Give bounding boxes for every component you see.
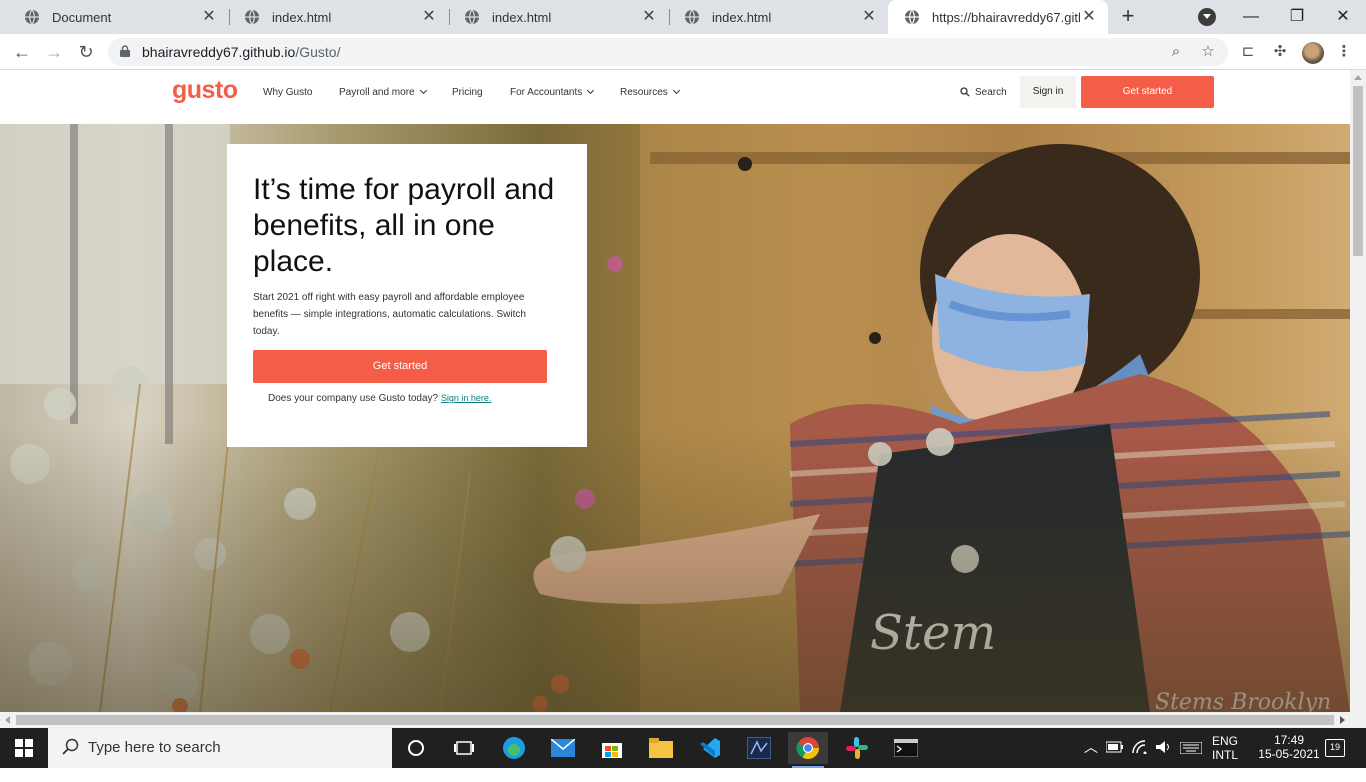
site-header: gusto Why Gusto Payroll and more Pricing… xyxy=(0,70,1350,124)
clock-date: 15-05-2021 xyxy=(1258,747,1320,761)
language-indicator[interactable]: ENG INTL xyxy=(1212,734,1238,774)
globe-icon xyxy=(905,9,919,25)
reload-icon[interactable]: ↻ xyxy=(74,40,98,64)
browser-tab[interactable]: index.html ✕ xyxy=(448,0,668,34)
gusto-logo[interactable]: gusto xyxy=(172,76,238,105)
hero-note-text: Does your company use Gusto today? xyxy=(268,393,439,404)
lock-icon xyxy=(120,45,130,57)
star-icon[interactable]: ☆ xyxy=(1198,42,1218,62)
sign-in-button[interactable]: Sign in xyxy=(1020,76,1076,108)
terminal-icon[interactable] xyxy=(886,732,926,764)
horizontal-scrollbar[interactable] xyxy=(0,712,1366,728)
menu-icon[interactable]: ⋮ xyxy=(1334,42,1354,62)
tab-title: index.html xyxy=(272,9,332,25)
browser-tab[interactable]: index.html ✕ xyxy=(228,0,448,34)
notification-badge[interactable]: 19 xyxy=(1325,739,1345,757)
globe-icon xyxy=(25,9,39,25)
file-explorer-icon[interactable] xyxy=(641,732,681,764)
windows-icon xyxy=(15,739,33,757)
zoom-icon[interactable]: ⌕ xyxy=(1166,42,1186,62)
avatar[interactable] xyxy=(1302,42,1324,64)
tab-search-icon[interactable] xyxy=(1198,8,1216,26)
scrollbar-thumb[interactable] xyxy=(1353,86,1363,256)
vscode-icon[interactable] xyxy=(690,732,730,764)
minimize-icon[interactable]: — xyxy=(1238,4,1264,30)
globe-icon xyxy=(245,9,259,25)
chevron-down-icon xyxy=(419,86,427,95)
hero-shade xyxy=(0,424,1350,712)
back-icon[interactable]: ← xyxy=(10,40,34,64)
search-button[interactable]: Search xyxy=(960,87,1007,98)
search-icon xyxy=(960,87,970,97)
get-started-button[interactable]: Get started xyxy=(1081,76,1214,108)
search-icon xyxy=(62,738,79,755)
puzzle-icon[interactable]: ✣ xyxy=(1270,42,1290,62)
close-icon[interactable]: ✕ xyxy=(420,8,438,26)
nav-pricing[interactable]: Pricing xyxy=(452,87,483,98)
address-bar[interactable]: bhairavreddy67.github.io/Gusto/ ⌕ ☆ xyxy=(108,38,1228,66)
taskbar-search-placeholder: Type here to search xyxy=(88,739,221,756)
close-icon[interactable]: ✕ xyxy=(860,8,878,26)
hero-signin-link[interactable]: Sign in here. xyxy=(441,393,492,403)
clock-time: 17:49 xyxy=(1273,733,1305,747)
hero-subtitle: Start 2021 off right with easy payroll a… xyxy=(253,292,526,337)
tab-title: index.html xyxy=(492,9,552,25)
start-button[interactable] xyxy=(0,728,48,768)
volume-icon[interactable] xyxy=(1155,740,1173,780)
globe-icon xyxy=(685,9,699,25)
nav-payroll-and-more[interactable]: Payroll and more xyxy=(339,86,427,98)
hero-get-started-button[interactable]: Get started xyxy=(253,350,547,383)
browser-tab[interactable]: index.html ✕ xyxy=(668,0,888,34)
scroll-left-icon[interactable] xyxy=(5,716,10,724)
wifi-icon[interactable] xyxy=(1132,740,1148,780)
edge-icon[interactable] xyxy=(494,732,534,764)
forward-icon[interactable]: → xyxy=(42,40,66,64)
lang-top: ENG xyxy=(1212,734,1239,748)
hero-signin-note: Does your company use Gusto today? Sign … xyxy=(268,393,491,404)
hero-section: Stem Stems Brooklyn It’s time for payrol… xyxy=(0,124,1350,712)
chevron-up-icon[interactable]: ︿ xyxy=(1084,740,1098,780)
globe-icon xyxy=(465,9,479,25)
keyboard-icon[interactable] xyxy=(1179,741,1203,782)
chrome-icon[interactable] xyxy=(788,732,828,768)
browser-tab[interactable]: Document ✕ xyxy=(8,0,228,34)
scrollbar-thumb[interactable] xyxy=(16,715,1334,725)
browser-toolbar: ← → ↻ bhairavreddy67.github.io/Gusto/ ⌕ … xyxy=(0,34,1366,70)
chevron-down-icon xyxy=(587,86,595,95)
slack-icon[interactable] xyxy=(837,732,877,764)
url-text: bhairavreddy67.github.io/Gusto/ xyxy=(142,44,341,60)
restore-icon[interactable]: ❐ xyxy=(1284,4,1310,30)
hero-title: It’s time for payroll and benefits, all … xyxy=(253,173,555,278)
close-window-icon[interactable]: ✕ xyxy=(1330,4,1356,30)
tab-strip: Document ✕ index.html ✕ index.html ✕ ind… xyxy=(0,0,1366,34)
scroll-right-icon[interactable] xyxy=(1340,716,1345,724)
tab-title: https://bhairavreddy67.github.io/Gusto/ xyxy=(932,9,1080,25)
browser-tab-active[interactable]: https://bhairavreddy67.github.io/Gusto/ … xyxy=(888,0,1108,34)
tab-title: index.html xyxy=(712,9,772,25)
close-icon[interactable]: ✕ xyxy=(200,8,218,26)
nav-for-accountants[interactable]: For Accountants xyxy=(510,86,595,98)
app-icon[interactable] xyxy=(739,732,779,764)
battery-icon[interactable] xyxy=(1105,741,1124,781)
mail-icon[interactable] xyxy=(543,732,583,764)
extension-icon[interactable]: ⊏ xyxy=(1238,42,1258,62)
task-view-icon[interactable] xyxy=(444,732,484,764)
hero-card: It’s time for payroll and benefits, all … xyxy=(227,144,587,447)
taskbar-search[interactable]: Type here to search xyxy=(48,728,392,768)
store-icon[interactable] xyxy=(592,732,632,764)
lang-bottom: INTL xyxy=(1212,748,1239,762)
close-icon[interactable]: ✕ xyxy=(1080,8,1098,26)
nav-resources[interactable]: Resources xyxy=(620,86,680,98)
new-tab-button[interactable]: + xyxy=(1116,5,1140,29)
nav-why-gusto[interactable]: Why Gusto xyxy=(263,87,312,98)
clock[interactable]: 17:49 15-05-2021 xyxy=(1258,733,1319,773)
chevron-down-icon xyxy=(672,86,680,95)
close-icon[interactable]: ✕ xyxy=(640,8,658,26)
tab-title: Document xyxy=(52,9,112,25)
page-viewport: gusto Why Gusto Payroll and more Pricing… xyxy=(0,70,1366,712)
vertical-scrollbar[interactable] xyxy=(1350,70,1366,712)
taskbar: Type here to search ︿ ENG INTL 17:49 15-… xyxy=(0,728,1366,768)
cortana-icon[interactable] xyxy=(396,732,436,764)
scroll-up-icon[interactable] xyxy=(1354,75,1362,80)
